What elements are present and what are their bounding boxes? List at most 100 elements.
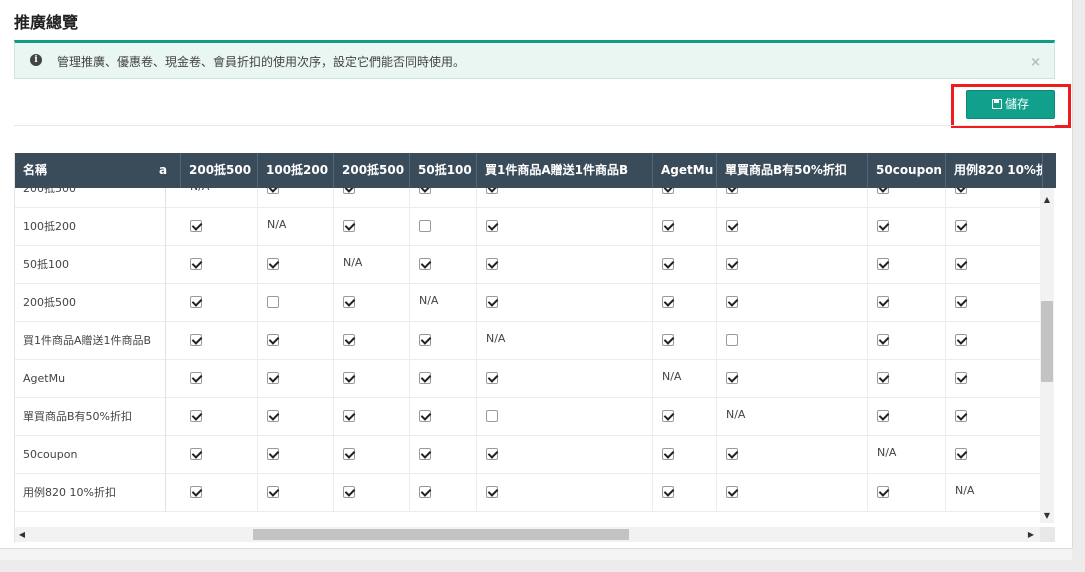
checked-checkbox[interactable] bbox=[267, 334, 279, 346]
save-button[interactable]: 儲存 bbox=[966, 90, 1055, 119]
checked-checkbox[interactable] bbox=[662, 258, 674, 270]
table-cell bbox=[410, 208, 477, 246]
checked-checkbox[interactable] bbox=[343, 188, 355, 194]
checked-checkbox[interactable] bbox=[662, 220, 674, 232]
unchecked-checkbox[interactable] bbox=[726, 334, 738, 346]
table-cell bbox=[868, 398, 946, 436]
horizontal-scrollbar-thumb[interactable] bbox=[253, 529, 629, 540]
checked-checkbox[interactable] bbox=[267, 372, 279, 384]
scroll-left-arrow[interactable]: ◀ bbox=[16, 527, 28, 542]
checked-checkbox[interactable] bbox=[955, 410, 967, 422]
not-applicable-label: N/A bbox=[662, 370, 682, 383]
checked-checkbox[interactable] bbox=[267, 258, 279, 270]
table-cell bbox=[717, 246, 868, 284]
checked-checkbox[interactable] bbox=[726, 220, 738, 232]
checked-checkbox[interactable] bbox=[486, 296, 498, 308]
table-cell bbox=[868, 322, 946, 360]
checked-checkbox[interactable] bbox=[662, 448, 674, 460]
checked-checkbox[interactable] bbox=[419, 410, 431, 422]
table-cell bbox=[258, 398, 334, 436]
checked-checkbox[interactable] bbox=[419, 188, 431, 194]
checked-checkbox[interactable] bbox=[190, 220, 202, 232]
checked-checkbox[interactable] bbox=[726, 258, 738, 270]
unchecked-checkbox[interactable] bbox=[267, 296, 279, 308]
checked-checkbox[interactable] bbox=[877, 296, 889, 308]
checked-checkbox[interactable] bbox=[190, 296, 202, 308]
checked-checkbox[interactable] bbox=[419, 372, 431, 384]
checked-checkbox[interactable] bbox=[343, 372, 355, 384]
checked-checkbox[interactable] bbox=[955, 296, 967, 308]
checked-checkbox[interactable] bbox=[419, 486, 431, 498]
checked-checkbox[interactable] bbox=[726, 486, 738, 498]
column-header: 單買商品B有50%折扣 bbox=[717, 153, 868, 188]
checked-checkbox[interactable] bbox=[726, 188, 738, 194]
scroll-up-arrow[interactable]: ▲ bbox=[1041, 194, 1053, 206]
checked-checkbox[interactable] bbox=[662, 410, 674, 422]
checked-checkbox[interactable] bbox=[190, 258, 202, 270]
checked-checkbox[interactable] bbox=[877, 258, 889, 270]
checked-checkbox[interactable] bbox=[486, 188, 498, 194]
table-cell bbox=[653, 188, 717, 208]
checked-checkbox[interactable] bbox=[662, 296, 674, 308]
checked-checkbox[interactable] bbox=[662, 334, 674, 346]
column-header: 買1件商品A贈送1件商品B bbox=[477, 153, 653, 188]
checked-checkbox[interactable] bbox=[343, 334, 355, 346]
checked-checkbox[interactable] bbox=[486, 486, 498, 498]
table-cell bbox=[868, 208, 946, 246]
checked-checkbox[interactable] bbox=[955, 220, 967, 232]
checked-checkbox[interactable] bbox=[955, 334, 967, 346]
checked-checkbox[interactable] bbox=[486, 372, 498, 384]
table-cell bbox=[477, 398, 653, 436]
checked-checkbox[interactable] bbox=[726, 448, 738, 460]
table-cell bbox=[334, 436, 410, 474]
unchecked-checkbox[interactable] bbox=[419, 220, 431, 232]
checked-checkbox[interactable] bbox=[190, 486, 202, 498]
vertical-scrollbar-thumb[interactable] bbox=[1041, 301, 1053, 382]
checked-checkbox[interactable] bbox=[190, 334, 202, 346]
checked-checkbox[interactable] bbox=[955, 372, 967, 384]
checked-checkbox[interactable] bbox=[419, 334, 431, 346]
table-row: 買1件商品A贈送1件商品B N/A bbox=[15, 322, 1043, 360]
checked-checkbox[interactable] bbox=[726, 296, 738, 308]
table-cell bbox=[477, 208, 653, 246]
checked-checkbox[interactable] bbox=[486, 258, 498, 270]
checked-checkbox[interactable] bbox=[662, 188, 674, 194]
checked-checkbox[interactable] bbox=[343, 220, 355, 232]
checked-checkbox[interactable] bbox=[877, 486, 889, 498]
checked-checkbox[interactable] bbox=[955, 258, 967, 270]
alert-text: 管理推廣、優惠卷、現金卷、會員折扣的使用次序，設定它們能否同時使用。 bbox=[57, 55, 466, 69]
checked-checkbox[interactable] bbox=[190, 448, 202, 460]
column-header: 200抵500 bbox=[334, 153, 410, 188]
checked-checkbox[interactable] bbox=[877, 220, 889, 232]
scroll-right-arrow[interactable]: ▶ bbox=[1025, 527, 1037, 542]
checked-checkbox[interactable] bbox=[419, 448, 431, 460]
checked-checkbox[interactable] bbox=[877, 410, 889, 422]
table-cell bbox=[410, 188, 477, 208]
checked-checkbox[interactable] bbox=[955, 448, 967, 460]
checked-checkbox[interactable] bbox=[190, 372, 202, 384]
checked-checkbox[interactable] bbox=[190, 410, 202, 422]
checked-checkbox[interactable] bbox=[662, 486, 674, 498]
table-cell bbox=[181, 398, 258, 436]
close-icon[interactable]: × bbox=[1030, 55, 1041, 70]
checked-checkbox[interactable] bbox=[486, 220, 498, 232]
checked-checkbox[interactable] bbox=[419, 258, 431, 270]
column-header: AgetMu bbox=[653, 153, 717, 188]
checked-checkbox[interactable] bbox=[267, 410, 279, 422]
checked-checkbox[interactable] bbox=[343, 486, 355, 498]
checked-checkbox[interactable] bbox=[877, 372, 889, 384]
checked-checkbox[interactable] bbox=[343, 448, 355, 460]
checked-checkbox[interactable] bbox=[877, 188, 889, 194]
unchecked-checkbox[interactable] bbox=[486, 410, 498, 422]
checked-checkbox[interactable] bbox=[343, 410, 355, 422]
checked-checkbox[interactable] bbox=[267, 188, 279, 194]
checked-checkbox[interactable] bbox=[267, 448, 279, 460]
column-header: 50coupon bbox=[868, 153, 946, 188]
checked-checkbox[interactable] bbox=[486, 448, 498, 460]
checked-checkbox[interactable] bbox=[343, 296, 355, 308]
scroll-down-arrow[interactable]: ▼ bbox=[1041, 510, 1053, 522]
checked-checkbox[interactable] bbox=[955, 188, 967, 194]
checked-checkbox[interactable] bbox=[877, 334, 889, 346]
checked-checkbox[interactable] bbox=[267, 486, 279, 498]
checked-checkbox[interactable] bbox=[726, 372, 738, 384]
